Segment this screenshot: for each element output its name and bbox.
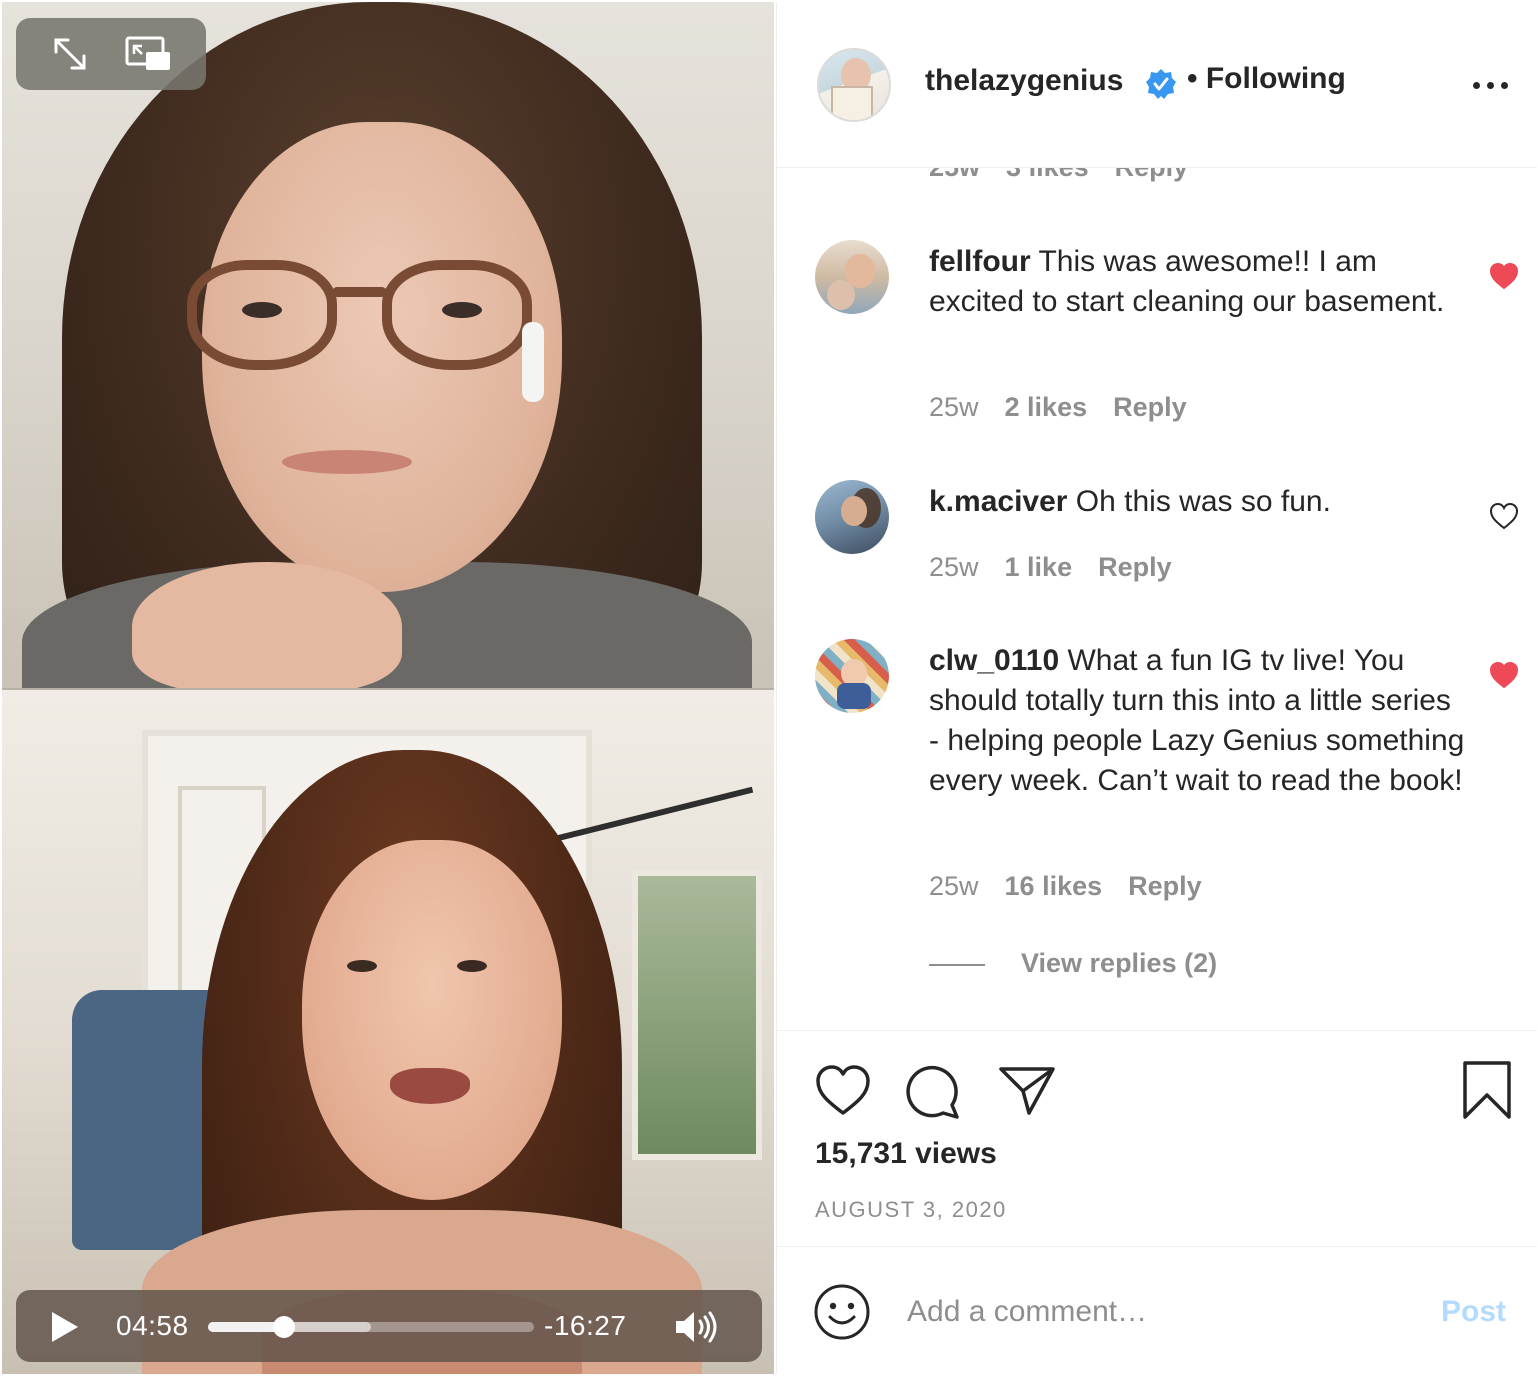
guest-face [302,840,562,1200]
replies-divider-line [929,964,985,966]
guest-mouth [390,1068,470,1104]
reply-button[interactable]: Reply [1113,392,1187,422]
post-button[interactable]: Post [1441,1295,1506,1329]
share-icon[interactable] [997,1061,1057,1121]
post-side-panel: thelazygenius • Following 25w 3 likes Repl… [776,2,1537,1374]
emoji-icon[interactable] [813,1283,871,1341]
add-comment-bar: Post [777,1246,1537,1374]
more-options-icon[interactable] [1471,74,1511,98]
comment-likes[interactable]: 1 like [1005,552,1073,582]
heart-icon[interactable] [1489,661,1519,689]
comment-time: 25w [929,552,979,582]
comment-body: fellfour This was awesome!! I am excited… [929,242,1469,322]
scrubber-handle[interactable] [272,1316,295,1338]
heart-icon[interactable] [1489,502,1519,530]
comment-meta: 25w 1 like Reply [929,552,1172,583]
view-count[interactable]: 15,731 views [815,1137,997,1171]
reply-button[interactable]: Reply [1115,168,1189,182]
author-username[interactable]: thelazygenius [925,64,1123,98]
video-top-controls [16,18,206,90]
video-player[interactable]: 04:58 -16:27 [2,2,774,1374]
host-hand [132,562,402,688]
picture-in-picture-icon[interactable] [124,32,170,76]
reply-button[interactable]: Reply [1128,871,1202,901]
play-icon[interactable] [46,1310,82,1344]
comment-time: 25w [929,392,979,422]
video-control-bar: 04:58 -16:27 [16,1290,762,1362]
clipped-comment-meta: 25w 3 likes Reply [929,168,1214,183]
current-time: 04:58 [116,1310,189,1341]
comment-meta: 25w 2 likes Reply [929,392,1187,423]
remaining-time: -16:27 [544,1310,627,1341]
avatar-book [831,86,873,120]
comment-body: clw_0110 What a fun IG tv live! You shou… [929,641,1469,801]
comments-list[interactable]: 25w 3 likes Reply fellfour This was awesom… [777,168,1537,1030]
view-replies-label: View replies (2) [1021,948,1218,978]
volume-icon[interactable] [672,1308,722,1346]
commenter-username[interactable]: k.maciver [929,485,1067,518]
verified-badge-icon [1146,69,1176,99]
comment-time: 25w [929,168,980,182]
expand-icon[interactable] [48,32,92,76]
progress-scrubber[interactable] [208,1316,534,1338]
comment-likes[interactable]: 3 likes [1006,168,1089,182]
host-eye-right [442,302,482,318]
comment-input[interactable] [907,1285,1407,1339]
guest-eye-left [347,960,377,972]
author-avatar[interactable] [817,48,891,122]
commenter-username[interactable]: clw_0110 [929,644,1059,677]
commenter-avatar[interactable] [815,240,889,314]
reply-button[interactable]: Reply [1098,552,1172,582]
comment-likes[interactable]: 2 likes [1005,392,1088,422]
post-header: thelazygenius • Following [777,2,1537,168]
comment-likes[interactable]: 16 likes [1005,871,1103,901]
post-actions: 15,731 views AUGUST 3, 2020 [777,1030,1537,1246]
host-eye-left [242,302,282,318]
bookmark-icon[interactable] [1457,1061,1517,1121]
comment-icon[interactable] [903,1061,963,1121]
glasses-bridge [332,287,387,297]
following-button[interactable]: • Following [1187,62,1346,96]
commenter-avatar[interactable] [815,480,889,554]
video-frame-host [2,2,774,688]
comment-text: Oh this was so fun. [1075,485,1331,518]
host-lips [282,450,412,474]
host-earbud [522,322,544,402]
background-window [632,870,762,1160]
post-date: AUGUST 3, 2020 [815,1197,1007,1222]
commenter-username[interactable]: fellfour [929,245,1031,278]
comment-body: k.maciver Oh this was so fun. [929,482,1469,522]
commenter-avatar[interactable] [815,639,889,713]
video-frame-guest [2,690,774,1374]
guest-eye-right [457,960,487,972]
comment-time: 25w [929,871,979,901]
heart-icon[interactable] [1489,262,1519,290]
heart-icon[interactable] [813,1061,873,1121]
comment-meta: 25w 16 likes Reply [929,871,1202,902]
